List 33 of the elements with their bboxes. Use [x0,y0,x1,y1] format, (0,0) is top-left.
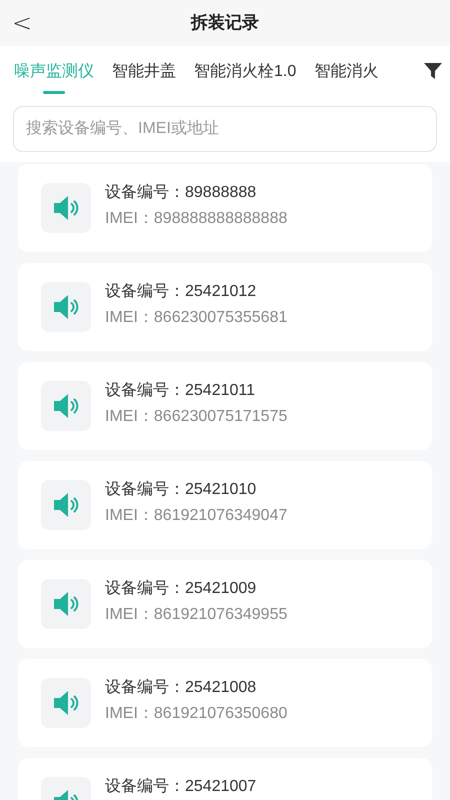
device-imei: IMEI：866230075355681 [105,309,288,327]
device-card[interactable]: 设备编号：25421009 IMEI：861921076349955 [18,560,432,648]
speaker-icon [51,193,81,223]
device-number: 设备编号：25421008 [105,679,258,697]
speaker-icon [51,490,81,520]
search-field[interactable]: 搜索设备编号、IMEI或地址 [13,106,437,152]
device-card[interactable]: 设备编号：25421010 IMEI：861921076349047 [18,461,432,549]
speaker-icon [51,292,81,322]
device-card[interactable]: 设备编号：25421007 [18,758,432,800]
back-button[interactable]: < [12,11,32,35]
device-card[interactable]: 设备编号：89888888 IMEI：898888888888888 [18,164,432,252]
device-number: 设备编号：25421011 [105,382,256,400]
device-card[interactable]: 设备编号：25421012 IMEI：866230075355681 [18,263,432,351]
device-card[interactable]: 设备编号：25421011 IMEI：866230075171575 [18,362,432,450]
device-imei: IMEI：861921076349047 [105,507,288,525]
category-tab[interactable]: 智能消火栓1.0 [194,46,296,98]
device-card[interactable]: 设备编号：25421008 IMEI：861921076350680 [18,659,432,747]
speaker-icon [51,391,81,421]
device-number: 设备编号：25421012 [105,283,258,301]
device-imei: IMEI：898888888888888 [105,210,288,228]
page-title: 拆装记录 [191,12,259,34]
device-number: 设备编号：25421010 [105,481,258,499]
device-imei: IMEI：866230075171575 [105,408,288,426]
device-imei: IMEI：861921076350680 [105,705,288,723]
category-tab[interactable]: 智能消火 [314,46,378,98]
device-number: 设备编号：89888888 [105,184,258,202]
speaker-icon [51,589,81,619]
speaker-icon [51,688,81,718]
tab-indicator [43,91,65,94]
device-number: 设备编号：25421009 [105,580,258,598]
device-number: 设备编号：25421007 [105,778,256,796]
category-tab[interactable]: 智能井盖 [112,46,176,98]
device-imei: IMEI：861921076349955 [105,606,288,624]
